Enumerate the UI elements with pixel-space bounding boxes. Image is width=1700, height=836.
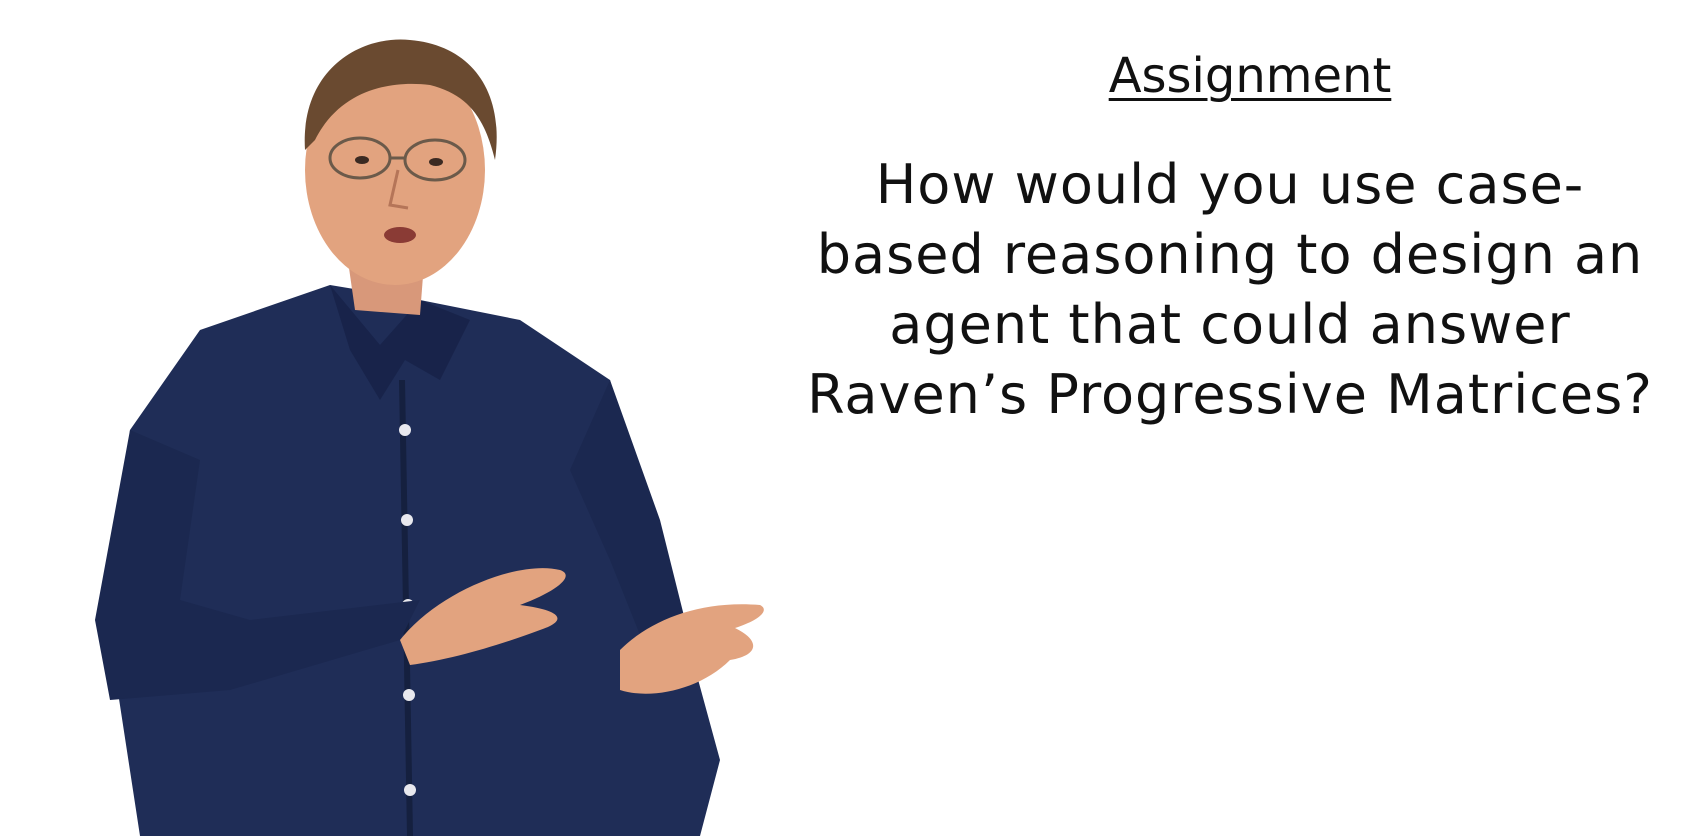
shirt-button xyxy=(401,514,413,526)
slide-title: Assignment xyxy=(1108,48,1392,104)
question-line: agent that could answer xyxy=(889,293,1571,356)
question-line: How would you use case- xyxy=(875,153,1585,216)
assignment-question: How would you use case- based reasoning … xyxy=(780,150,1680,430)
presenter-illustration xyxy=(95,39,764,836)
eye xyxy=(355,156,369,164)
question-line: Raven’s Progressive Matrices? xyxy=(807,363,1653,426)
shirt-button xyxy=(399,424,411,436)
lecture-slide: Assignment How would you use case- based… xyxy=(0,0,1700,836)
shirt-button xyxy=(404,784,416,796)
question-line: based reasoning to design an xyxy=(816,223,1644,286)
mouth xyxy=(384,227,416,243)
eye xyxy=(429,158,443,166)
presenter-figure xyxy=(0,0,820,836)
shirt-button xyxy=(403,689,415,701)
